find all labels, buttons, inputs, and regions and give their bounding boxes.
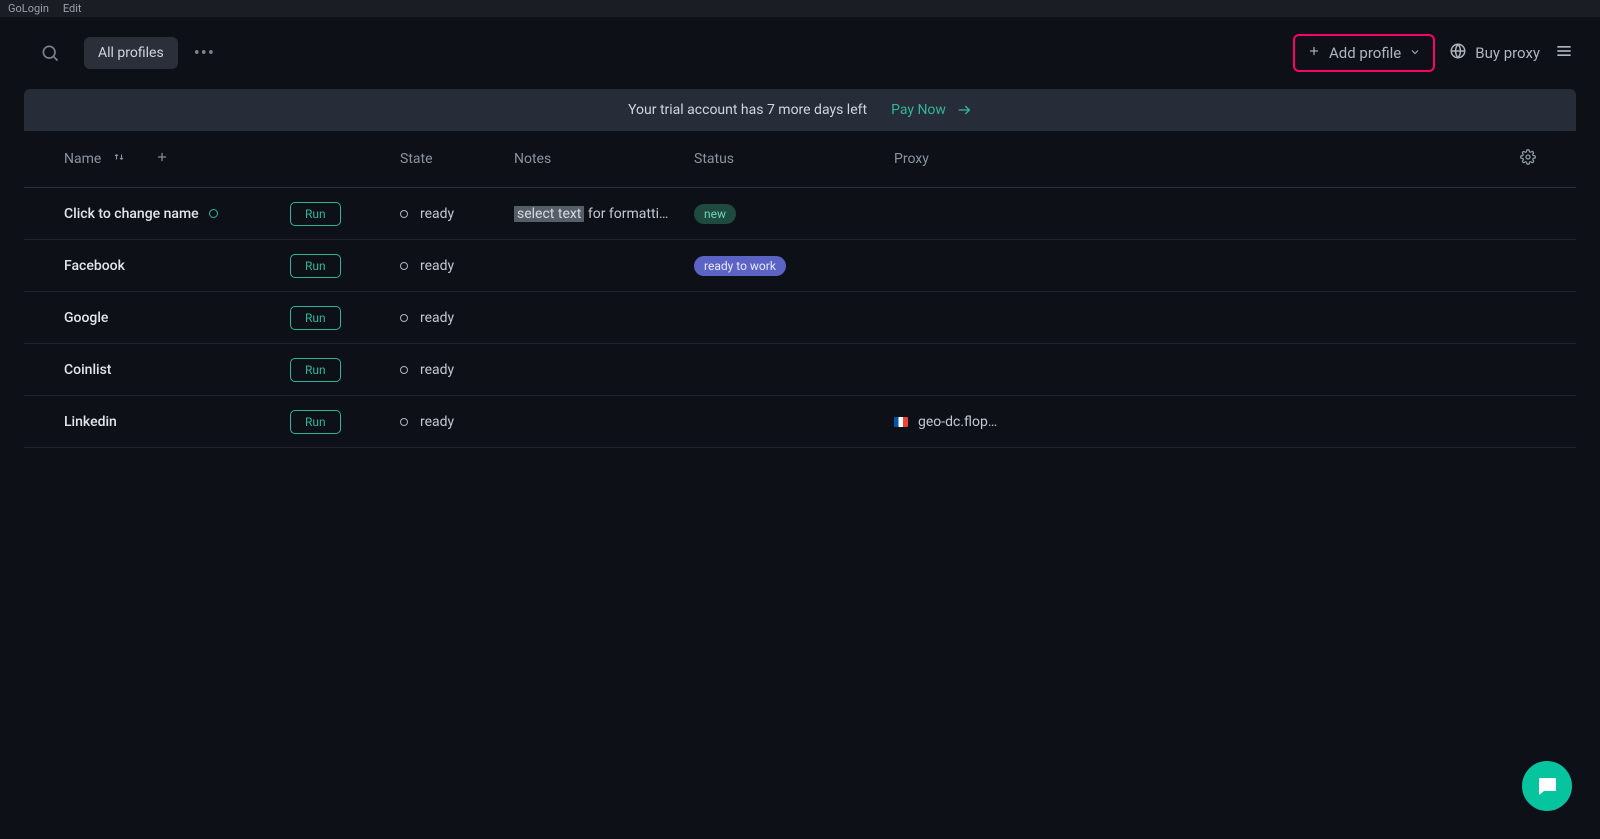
chat-fab[interactable]: [1522, 761, 1572, 811]
state-circle-icon: [400, 418, 408, 426]
flag-icon: [894, 417, 908, 427]
content-area: Your trial account has 7 more days left …: [24, 89, 1576, 448]
add-column-icon[interactable]: [155, 150, 169, 168]
run-cell: Run: [290, 358, 400, 382]
pay-now-link[interactable]: Pay Now: [891, 102, 972, 118]
table-settings-icon[interactable]: [1520, 149, 1536, 169]
column-status[interactable]: Status: [694, 151, 894, 167]
column-state[interactable]: State: [400, 151, 514, 167]
profile-name-label: Facebook: [64, 258, 125, 274]
profile-name[interactable]: Coinlist: [64, 362, 290, 378]
trial-message: Your trial account has 7 more days left: [628, 102, 867, 118]
status-cell[interactable]: new: [694, 204, 894, 224]
profile-name[interactable]: Facebook: [64, 258, 290, 274]
run-button[interactable]: Run: [290, 254, 341, 278]
profile-name-label: Linkedin: [64, 414, 117, 430]
add-profile-button[interactable]: Add profile: [1293, 34, 1435, 72]
state-circle-icon: [400, 210, 408, 218]
state-circle-icon: [400, 262, 408, 270]
pay-now-label: Pay Now: [891, 102, 946, 118]
table-row[interactable]: Google Run ready: [24, 292, 1576, 344]
column-name-label: Name: [64, 151, 101, 167]
state-cell: ready: [400, 206, 514, 222]
titlebar: GoLogin Edit: [0, 0, 1600, 17]
all-profiles-dropdown[interactable]: All profiles: [84, 37, 178, 69]
profile-name[interactable]: Click to change name: [64, 206, 290, 222]
profile-name-label: Google: [64, 310, 108, 326]
run-button[interactable]: Run: [290, 358, 341, 382]
state-cell: ready: [400, 414, 514, 430]
column-proxy[interactable]: Proxy: [894, 151, 1520, 167]
state-label: ready: [420, 362, 454, 378]
app-menu-edit[interactable]: Edit: [63, 2, 82, 15]
add-profile-label: Add profile: [1329, 44, 1401, 62]
table-header: Name State Notes Status Proxy: [24, 131, 1576, 188]
state-label: ready: [420, 414, 454, 430]
menu-icon[interactable]: [1554, 41, 1574, 65]
trial-banner: Your trial account has 7 more days left …: [24, 89, 1576, 131]
run-button[interactable]: Run: [290, 306, 341, 330]
status-cell[interactable]: ready to work: [694, 256, 894, 276]
state-label: ready: [420, 206, 454, 222]
notes-cell[interactable]: select text for formatti…: [514, 206, 694, 222]
search-icon[interactable]: [40, 43, 60, 63]
run-button[interactable]: Run: [290, 202, 341, 226]
buy-proxy-button[interactable]: Buy proxy: [1449, 42, 1540, 64]
profile-name-label: Click to change name: [64, 206, 199, 222]
table-row[interactable]: Linkedin Run ready geo-dc.flop…: [24, 396, 1576, 448]
notes-highlight: select text: [514, 206, 584, 222]
buy-proxy-label: Buy proxy: [1475, 44, 1540, 62]
more-icon[interactable]: •••: [194, 43, 215, 64]
run-cell: Run: [290, 410, 400, 434]
status-badge: new: [694, 204, 736, 224]
state-cell: ready: [400, 310, 514, 326]
proxy-cell[interactable]: geo-dc.flop…: [894, 414, 1536, 430]
state-cell: ready: [400, 362, 514, 378]
chevron-down-icon: [1409, 44, 1421, 62]
globe-icon: [1449, 42, 1467, 64]
state-label: ready: [420, 310, 454, 326]
profile-name[interactable]: Linkedin: [64, 414, 290, 430]
notes-text: for formatti…: [584, 206, 668, 222]
state-cell: ready: [400, 258, 514, 274]
run-cell: Run: [290, 306, 400, 330]
state-label: ready: [420, 258, 454, 274]
run-cell: Run: [290, 254, 400, 278]
run-button[interactable]: Run: [290, 410, 341, 434]
run-cell: Run: [290, 202, 400, 226]
proxy-text: geo-dc.flop…: [918, 414, 997, 430]
status-dot-icon: [209, 209, 218, 218]
profile-name[interactable]: Google: [64, 310, 290, 326]
profile-name-label: Coinlist: [64, 362, 111, 378]
table-row[interactable]: Facebook Run ready ready to work: [24, 240, 1576, 292]
state-circle-icon: [400, 366, 408, 374]
column-notes[interactable]: Notes: [514, 151, 694, 167]
header: All profiles ••• Add profile Buy proxy: [0, 17, 1600, 89]
table-row[interactable]: Coinlist Run ready: [24, 344, 1576, 396]
sort-icon[interactable]: [113, 151, 125, 167]
plus-icon: [1307, 44, 1321, 62]
column-name[interactable]: Name: [64, 150, 400, 168]
app-menu-gologin[interactable]: GoLogin: [8, 2, 49, 15]
status-badge: ready to work: [694, 256, 786, 276]
table-row[interactable]: Click to change name Run ready select text …: [24, 188, 1576, 240]
state-circle-icon: [400, 314, 408, 322]
